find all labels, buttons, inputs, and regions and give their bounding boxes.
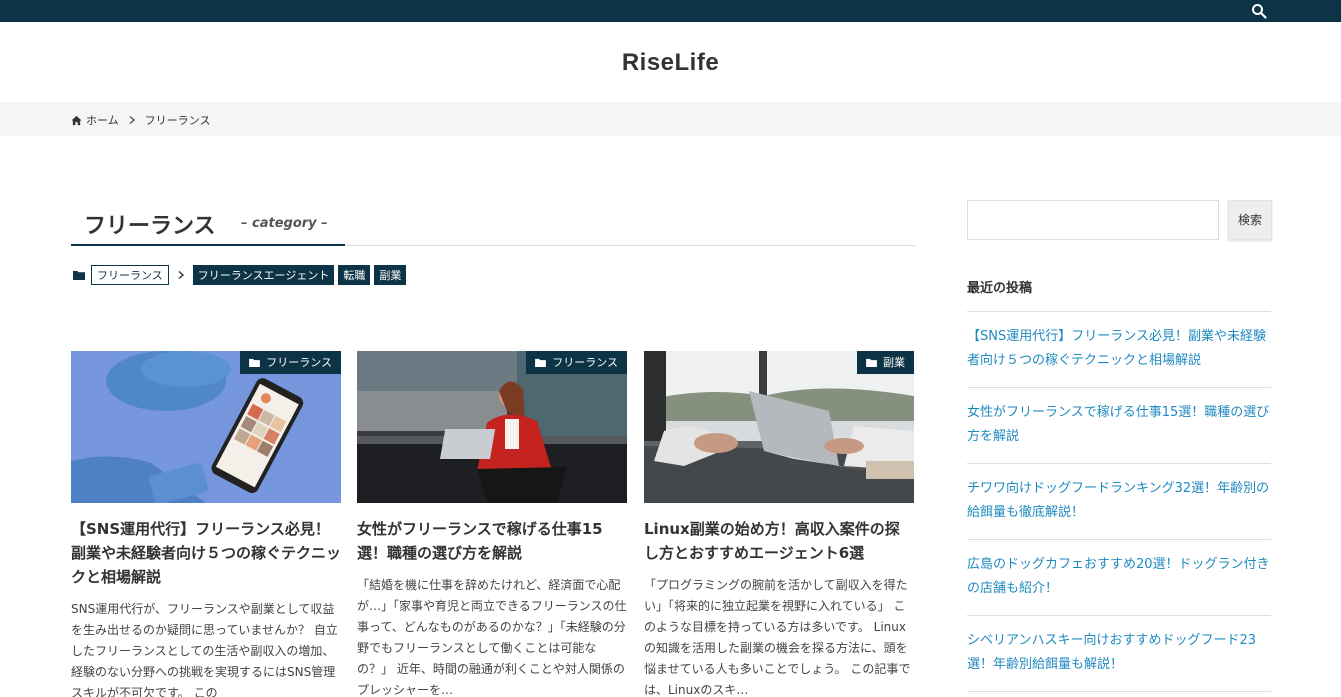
breadcrumb-current: フリーランス	[144, 114, 211, 127]
recent-post-link[interactable]: 広島のドッグカフェおすすめ20選！ドッグラン付きの店舗も紹介！	[967, 540, 1271, 616]
post-category-label[interactable]: 副業	[857, 351, 914, 374]
breadcrumb: ホーム フリーランス	[71, 112, 210, 128]
post-title[interactable]: Linux副業の始め方！高収入案件の探し方とおすすめエージェント6選	[644, 517, 914, 565]
recent-posts-heading: 最近の投稿	[967, 281, 1033, 296]
folder-icon	[73, 271, 85, 280]
post-thumbnail[interactable]: フリーランス	[357, 351, 627, 503]
recent-post-link[interactable]: 【SNS運用代行】フリーランス必見！副業や未経験者向け５つの稼ぐテクニックと相場…	[967, 312, 1271, 388]
sidebar-search-input[interactable]	[967, 200, 1219, 240]
chevron-right-icon	[129, 115, 135, 125]
recent-post-link[interactable]: 女性がフリーランスで稼げる仕事15選！職種の選び方を解説	[967, 388, 1271, 464]
post-excerpt: 「結婚を機に仕事を辞めたけれど、経済面で心配が…」「家事や育児と両立できるフリー…	[357, 578, 627, 697]
chevron-right-icon	[178, 270, 184, 280]
post-card[interactable]: フリーランス 【SNS運用代行】フリーランス必見！副業や未経験者向け５つの稼ぐテ…	[71, 351, 341, 697]
category-title-underline: フリーランス – category –	[71, 200, 345, 246]
post-category-label[interactable]: フリーランス	[526, 351, 627, 374]
recent-post-link[interactable]: チワワ向けドッグフードランキング32選！年齢別の給餌量も徹底解説！	[967, 464, 1271, 540]
folder-icon	[249, 358, 261, 367]
tag-parent[interactable]: フリーランス	[91, 265, 169, 285]
tag-child[interactable]: 転職	[338, 265, 371, 285]
breadcrumb-home[interactable]: ホーム	[86, 112, 119, 128]
post-category-label[interactable]: フリーランス	[240, 351, 341, 374]
post-excerpt: SNS運用代行が、フリーランスや副業として収益を生み出せるのか疑問に思っていませ…	[71, 602, 338, 697]
folder-icon	[535, 358, 547, 367]
post-thumbnail[interactable]: 副業	[644, 351, 914, 503]
category-title: フリーランス	[84, 214, 216, 239]
post-card[interactable]: 副業 Linux副業の始め方！高収入案件の探し方とおすすめエージェント6選 「プ…	[644, 351, 914, 697]
post-title[interactable]: 【SNS運用代行】フリーランス必見！副業や未経験者向け５つの稼ぐテクニックと相場…	[71, 517, 341, 589]
post-card[interactable]: フリーランス 女性がフリーランスで稼げる仕事15選！職種の選び方を解説 「結婚を…	[357, 351, 627, 697]
search-icon[interactable]	[1251, 3, 1267, 19]
recent-post-link[interactable]: シベリアンハスキー向けおすすめドッグフード23選！年齢別給餌量も解説！	[967, 616, 1271, 692]
tag-child[interactable]: フリーランスエージェント	[192, 265, 335, 285]
site-header: RiseLife	[0, 22, 1341, 102]
category-subtitle: – category –	[241, 216, 328, 231]
recent-posts-list: 【SNS運用代行】フリーランス必見！副業や未経験者向け５つの稼ぐテクニックと相場…	[967, 311, 1271, 692]
category-heading: フリーランス – category –	[71, 200, 915, 246]
post-excerpt: 「プログラミングの腕前を活かして副収入を得たい」「将来的に独立起業を視野に入れて…	[644, 578, 911, 697]
post-thumbnail[interactable]: フリーランス	[71, 351, 341, 503]
post-title[interactable]: 女性がフリーランスで稼げる仕事15選！職種の選び方を解説	[357, 517, 627, 565]
site-title[interactable]: RiseLife	[0, 49, 1341, 77]
top-bar	[0, 0, 1341, 22]
category-tag-row: フリーランス フリーランスエージェント 転職 副業	[73, 265, 410, 285]
folder-icon	[866, 358, 877, 367]
home-icon	[71, 115, 82, 125]
tag-child[interactable]: 副業	[374, 265, 407, 285]
sidebar-search-button[interactable]: 検索	[1228, 200, 1272, 240]
breadcrumb-bar: ホーム フリーランス	[0, 102, 1341, 136]
